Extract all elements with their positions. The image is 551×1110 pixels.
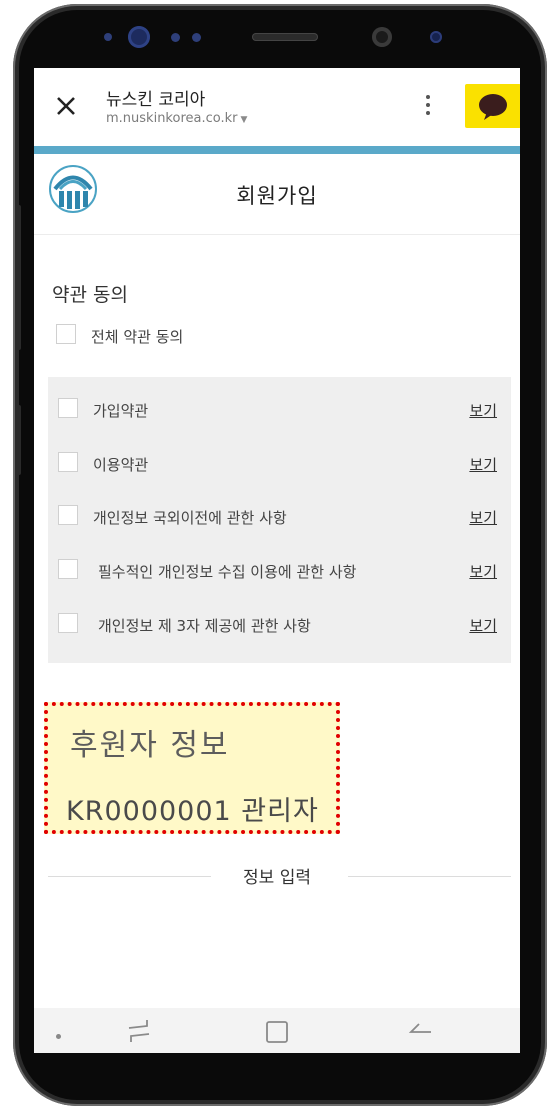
sponsor-title: 후원자 정보 — [70, 728, 230, 763]
url-dropdown-icon[interactable]: ▼ — [240, 115, 247, 125]
home-icon[interactable] — [262, 1016, 292, 1046]
kakao-talk-button[interactable] — [465, 84, 520, 128]
term-view-link[interactable]: 보기 — [469, 561, 497, 582]
term-row: 필수적인 개인정보 수집 이용에 관한 사항 보기 — [48, 555, 511, 585]
sensor-dot-icon — [192, 33, 201, 42]
site-url[interactable]: m.nuskinkorea.co.kr ▼ — [106, 111, 247, 126]
sponsor-value: KR0000001 관리자 — [66, 796, 319, 827]
sponsor-highlight-box: 후원자 정보 KR0000001 관리자 — [44, 702, 340, 834]
term-view-link[interactable]: 보기 — [469, 615, 497, 636]
browser-bar: 뉴스킨 코리아 m.nuskinkorea.co.kr ▼ — [34, 68, 520, 146]
agree-all-checkbox[interactable] — [56, 324, 76, 344]
terms-section-title: 약관 동의 — [52, 284, 128, 306]
iris-led-icon — [430, 31, 442, 43]
term-checkbox-required-collection[interactable] — [58, 559, 78, 579]
site-header: 회원가입 — [34, 154, 520, 235]
nav-indicator-dot — [56, 1034, 61, 1039]
speaker-grille — [252, 33, 318, 41]
term-row: 이용약관 보기 — [48, 448, 511, 478]
site-url-text: m.nuskinkorea.co.kr — [106, 111, 238, 126]
sensor-dot-icon — [104, 33, 112, 41]
term-checkbox-signup[interactable] — [58, 398, 78, 418]
iris-camera-icon — [372, 27, 392, 47]
volume-up-button — [16, 205, 21, 350]
term-label: 개인정보 제 3자 제공에 관한 사항 — [98, 617, 311, 635]
back-icon[interactable] — [405, 1016, 435, 1046]
term-label: 이용약관 — [93, 456, 149, 474]
nav-bar — [34, 1008, 520, 1053]
term-view-link[interactable]: 보기 — [469, 454, 497, 475]
term-row: 개인정보 제 3자 제공에 관한 사항 보기 — [48, 609, 511, 639]
terms-list: 가입약관 보기 이용약관 보기 개인정보 국외이전에 관한 사항 보기 필수적인… — [48, 377, 511, 663]
front-camera-icon — [128, 26, 150, 48]
page-title: 회원가입 — [236, 184, 318, 208]
kakao-talk-icon — [479, 94, 507, 120]
screen: 뉴스킨 코리아 m.nuskinkorea.co.kr ▼ 회원가입 약관 동의 … — [34, 68, 520, 1053]
term-checkbox-usage[interactable] — [58, 452, 78, 472]
term-label: 필수적인 개인정보 수집 이용에 관한 사항 — [98, 563, 357, 581]
more-vert-icon[interactable] — [420, 92, 436, 124]
divider-right — [348, 876, 511, 877]
term-view-link[interactable]: 보기 — [469, 507, 497, 528]
term-view-link[interactable]: 보기 — [469, 400, 497, 421]
agree-all-label: 전체 약관 동의 — [91, 328, 184, 346]
term-row: 개인정보 국외이전에 관한 사항 보기 — [48, 501, 511, 531]
term-label: 가입약관 — [93, 402, 149, 420]
accent-bar — [34, 146, 520, 154]
term-checkbox-overseas-transfer[interactable] — [58, 505, 78, 525]
bixby-button — [16, 405, 21, 475]
sensor-dot-icon — [171, 33, 180, 42]
recent-apps-icon[interactable] — [124, 1016, 154, 1046]
site-name: 뉴스킨 코리아 — [106, 90, 206, 110]
close-icon[interactable] — [52, 92, 80, 120]
term-checkbox-third-party[interactable] — [58, 613, 78, 633]
term-row: 가입약관 보기 — [48, 394, 511, 424]
term-label: 개인정보 국외이전에 관한 사항 — [93, 509, 287, 527]
